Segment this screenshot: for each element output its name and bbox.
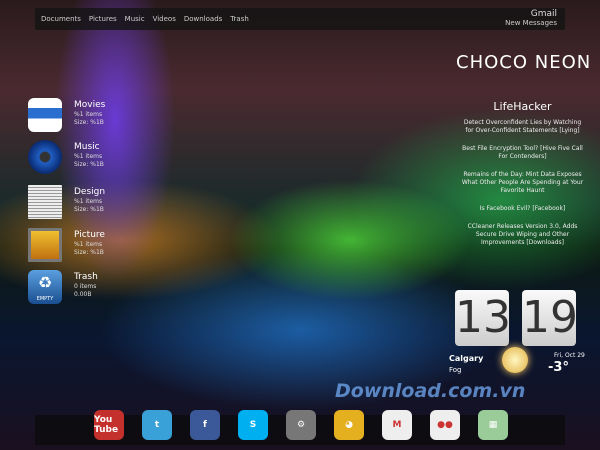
top-bar: Documents Pictures Music Videos Download… [35, 8, 565, 30]
topbar-downloads[interactable]: Downloads [184, 15, 222, 23]
facebook-icon[interactable]: f [190, 410, 220, 440]
feed-item[interactable]: CCleaner Releases Version 3.0, Adds Secu… [460, 223, 585, 247]
clock-minute: 19 [522, 290, 578, 346]
picture-icon [28, 228, 62, 262]
weather-condition: Fog [449, 366, 462, 374]
speaker-icon [28, 140, 62, 174]
stack-size: Size: %1B [74, 119, 104, 126]
gmail-title: Gmail [530, 9, 557, 19]
feed-item[interactable]: Is Facebook Evil? [Facebook] [460, 205, 585, 213]
stack-name: Picture [74, 230, 105, 240]
gmail-subtitle: New Messages [505, 19, 557, 27]
newspaper-icon [28, 185, 62, 219]
stack-items: %1 items [74, 241, 103, 248]
twitter-icon[interactable]: t [142, 410, 172, 440]
topbar-documents[interactable]: Documents [41, 15, 81, 23]
stack-name: Movies [74, 100, 106, 110]
stack-items: %1 items [74, 111, 103, 118]
youtube-icon[interactable]: You Tube [94, 410, 124, 440]
stack-items: %1 items [74, 153, 103, 160]
gmail-icon[interactable]: M [382, 410, 412, 440]
topbar-music[interactable]: Music [125, 15, 145, 23]
topbar-videos[interactable]: Videos [153, 15, 176, 23]
utility-icon[interactable]: ⚙ [286, 410, 316, 440]
stack-name: Design [74, 187, 106, 197]
weather-city: Calgary [449, 354, 484, 363]
weather-temp: -3° [548, 360, 569, 375]
theme-title: CHOCO NEON [456, 52, 592, 73]
stack-items: %1 items [74, 198, 103, 205]
feed-item[interactable]: Detect Overconfident Lies by Watching fo… [460, 119, 585, 135]
maps-icon[interactable]: ▦ [478, 410, 508, 440]
topbar-trash[interactable]: Trash [230, 15, 249, 23]
weather-sun-icon [502, 347, 528, 373]
feed-title: LifeHacker [493, 100, 552, 113]
skype-icon[interactable]: S [238, 410, 268, 440]
feed-item[interactable]: Remains of the Day: Mint Data Exposes Wh… [460, 171, 585, 195]
stack-size: Size: %1B [74, 249, 104, 256]
flickr-icon[interactable]: ●● [430, 410, 460, 440]
clock-hour: 13 [455, 290, 511, 346]
chrome-icon[interactable]: ◕ [334, 410, 364, 440]
watermark: Download.com.vn [335, 380, 526, 402]
stack-size: Size: %1B [74, 161, 104, 168]
rss-feed-widget: LifeHacker Detect Overconfident Lies by … [460, 100, 585, 257]
recycle-icon: ♻ EMPTY [28, 270, 62, 304]
stack-items: 0 items [74, 283, 97, 290]
feed-item[interactable]: Best File Encryption Tool? [Hive Five Ca… [460, 145, 585, 161]
stack-name: Music [74, 142, 100, 152]
weather-date: Fri, Oct 29 [554, 352, 585, 359]
3d-glasses-icon [28, 98, 62, 132]
stack-size: 0.00B [74, 291, 92, 298]
empty-trash-button[interactable]: EMPTY [28, 296, 62, 302]
gmail-widget[interactable]: Gmail New Messages [505, 10, 557, 28]
stack-size: Size: %1B [74, 206, 104, 213]
topbar-pictures[interactable]: Pictures [89, 15, 117, 23]
stack-name: Trash [74, 272, 98, 282]
